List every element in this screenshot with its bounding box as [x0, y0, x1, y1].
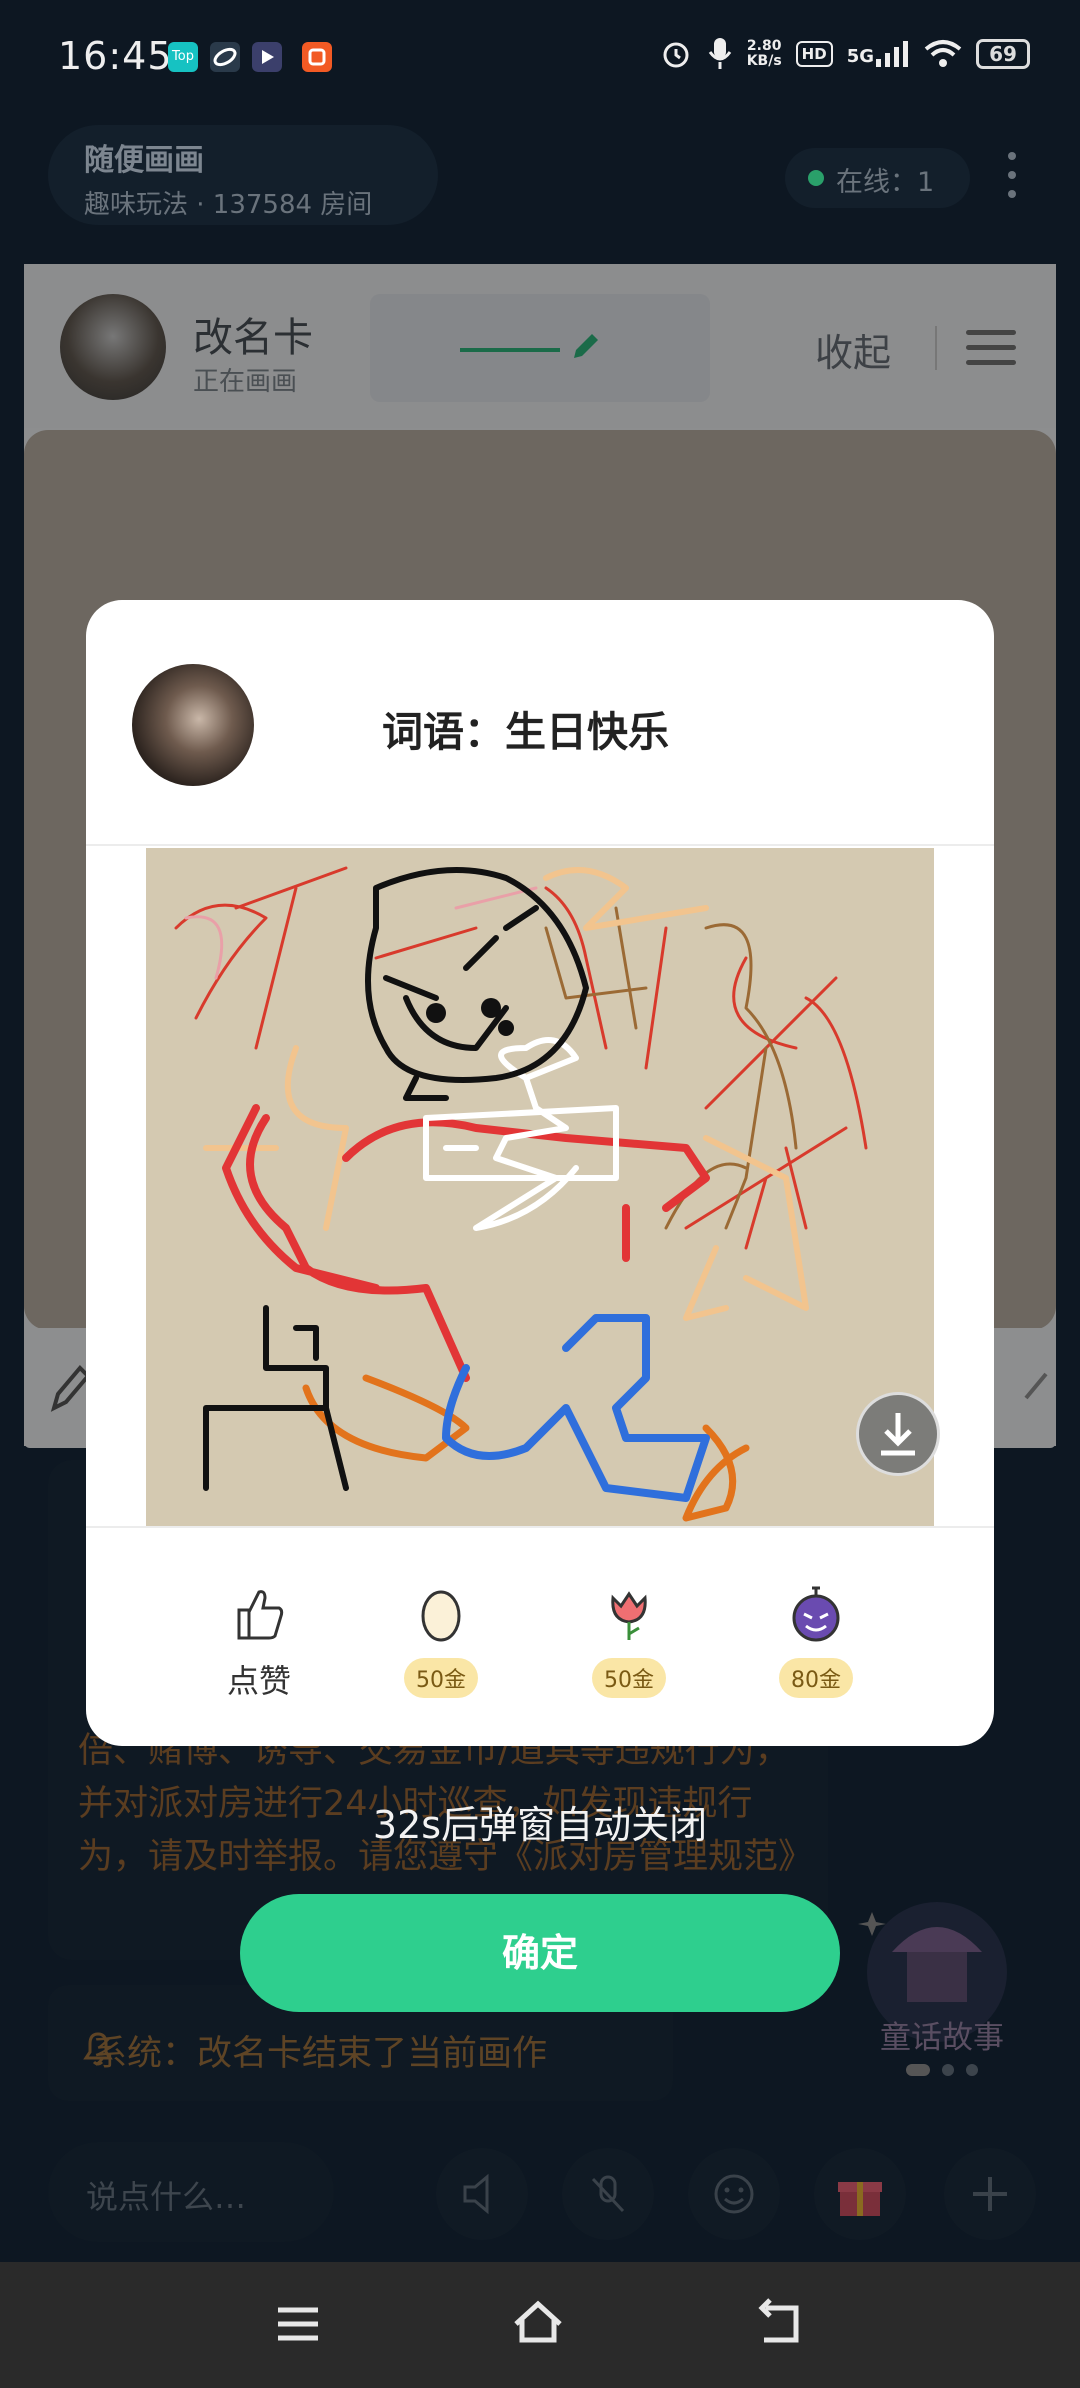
auto-close-countdown: 32s后弹窗自动关闭 — [372, 1803, 708, 1847]
egg-icon — [421, 1590, 461, 1642]
download-button[interactable] — [856, 1392, 940, 1476]
flower-icon — [611, 1591, 647, 1640]
finished-drawing — [146, 848, 934, 1526]
bomb-gift-button[interactable]: 80金 — [751, 1584, 881, 1698]
modal-divider-top — [86, 844, 994, 846]
egg-gift-price: 50金 — [404, 1658, 478, 1698]
confirm-button[interactable]: 确定 — [240, 1894, 840, 2012]
flower-gift-price: 50金 — [592, 1658, 666, 1698]
download-icon — [881, 1413, 915, 1456]
modal-divider-bottom — [86, 1526, 994, 1528]
like-label: 点赞 — [226, 1662, 291, 1700]
thumbs-up-icon — [237, 1590, 284, 1640]
bomb-gift-price: 80金 — [779, 1658, 853, 1698]
modal-drawer-avatar — [132, 664, 254, 786]
like-button[interactable]: 点赞 — [194, 1584, 324, 1702]
bomb-icon — [792, 1586, 840, 1642]
flower-gift-button[interactable]: 50金 — [564, 1584, 694, 1698]
answer-word: 词语：生日快乐 — [382, 708, 669, 756]
egg-gift-button[interactable]: 50金 — [376, 1584, 506, 1698]
